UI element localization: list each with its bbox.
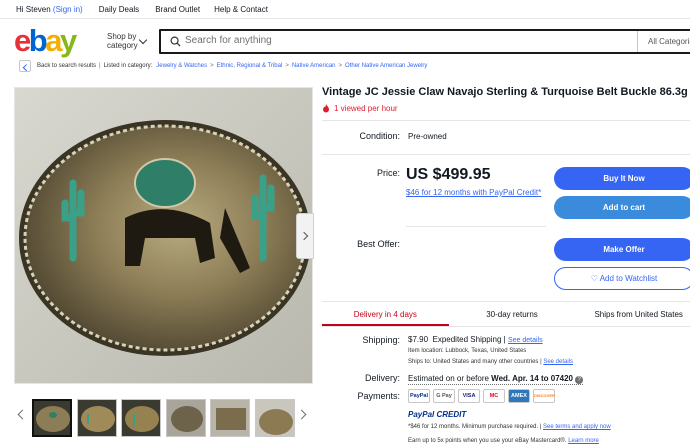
back-to-results-link[interactable]: Back to search results (37, 63, 96, 69)
crumb-native-american[interactable]: Native American (292, 63, 336, 69)
ships-to-details-link[interactable]: See details (543, 359, 573, 365)
search-input[interactable]: Search for anything All Categories (159, 29, 690, 54)
shop-by-line2: category (107, 41, 138, 50)
thumbnail-4[interactable] (166, 399, 206, 437)
google-pay-icon: G Pay (433, 389, 455, 403)
add-to-watchlist-button[interactable]: ♡ Add to Watchlist (554, 267, 690, 290)
divider (406, 226, 546, 227)
breadcrumb: Back to search results | Listed in categ… (19, 60, 427, 72)
tab-returns[interactable]: 30-day returns (449, 302, 576, 326)
add-to-cart-button[interactable]: Add to cart (554, 196, 690, 219)
thumb-prev-icon[interactable] (17, 409, 28, 420)
terms-apply-link[interactable]: See terms and apply now (543, 424, 611, 430)
thumbnail-5[interactable] (210, 399, 250, 437)
crumb-jewelry[interactable]: Jewelry & Watches (156, 63, 207, 69)
logo-a: a (45, 23, 62, 58)
shipping-cost: $7.90 (408, 335, 429, 344)
crumb-ethnic[interactable]: Ethnic, Regional & Tribal (217, 63, 283, 69)
tab-delivery[interactable]: Delivery in 4 days (322, 302, 449, 326)
search-icon (170, 36, 181, 47)
make-offer-button[interactable]: Make Offer (554, 238, 690, 261)
logo-e: e (14, 23, 31, 58)
item-title: Vintage JC Jessie Claw Navajo Sterling &… (322, 86, 688, 98)
greeting: Hi Steven (Sign in) (16, 5, 83, 14)
thumbnail-3[interactable] (121, 399, 161, 437)
thumb-next-icon[interactable] (296, 409, 307, 420)
shop-by-line1: Shop by (107, 32, 137, 41)
discover-icon: DISCOVER (533, 389, 555, 403)
listed-in-label: Listed in category: (103, 63, 153, 69)
watchlist-label: Add to Watchlist (599, 274, 658, 283)
back-arrow-icon[interactable] (19, 60, 31, 72)
divider (322, 120, 690, 121)
payments-label: Payments: (357, 391, 400, 401)
mastercard-icon: MC (483, 389, 505, 403)
search-placeholder: Search for anything (185, 35, 272, 46)
greeting-text: Hi Steven (16, 4, 51, 14)
ships-to: Ships to: United States and many other c… (408, 359, 539, 365)
viewed-text: 1 viewed per hour (334, 104, 398, 113)
condition-label: Condition: (359, 131, 400, 141)
paypal-financing-link[interactable]: $46 for 12 months with PayPal Credit* (406, 188, 546, 198)
brand-outlet-link[interactable]: Brand Outlet (155, 5, 200, 14)
shipping-label: Shipping: (362, 335, 400, 345)
learn-more-link[interactable]: Learn more (568, 438, 599, 444)
logo-b: b (28, 23, 48, 58)
ships-to-line: Ships to: United States and many other c… (408, 359, 573, 365)
main-product-image[interactable] (14, 87, 313, 384)
amex-icon: AMEX (508, 389, 530, 403)
category-select[interactable]: All Categories (637, 31, 690, 52)
daily-deals-link[interactable]: Daily Deals (99, 5, 139, 14)
next-image-button[interactable] (296, 213, 314, 259)
credit-terms-line: *$46 for 12 months. Minimum purchase req… (408, 424, 611, 430)
delivery-label: Delivery: (364, 373, 400, 383)
logo-y: y (59, 23, 77, 58)
thumbnail-6[interactable] (255, 399, 295, 437)
ebay-logo[interactable]: ebay (14, 23, 77, 58)
delivery-date: Wed. Apr. 14 to 07420 (491, 374, 573, 383)
chevron-down-icon[interactable] (138, 35, 148, 45)
shipping-line: $7.90 Expedited Shipping | See details (408, 335, 543, 344)
paypal-credit-logo: PayPal CREDIT (408, 410, 467, 419)
thumbnail-2[interactable] (77, 399, 117, 437)
shipping-method: Expedited Shipping (432, 335, 502, 344)
viewed-badge: 1 viewed per hour (322, 104, 398, 113)
item-location: Item location: Lubbock, Texas, United St… (408, 348, 527, 354)
delivery-text: Estimated on or before (408, 374, 489, 383)
condition-value: Pre-owned (408, 132, 447, 141)
top-bar: Hi Steven (Sign in) Daily Deals Brand Ou… (0, 0, 690, 19)
tab-ships-from[interactable]: Ships from United States (575, 302, 690, 326)
divider (322, 154, 690, 155)
fire-icon (323, 104, 329, 113)
paypal-icon: PayPal (408, 389, 430, 403)
item-price: US $499.95 (406, 166, 491, 183)
thumbnail-1[interactable] (32, 399, 72, 437)
sign-in-link[interactable]: (Sign in) (53, 5, 83, 14)
earn-points-text: Earn up to 5x points when you use your e… (408, 438, 567, 444)
price-label: Price: (376, 168, 400, 178)
mastercard-promo: Earn up to 5x points when you use your e… (408, 438, 599, 444)
buy-it-now-button[interactable]: Buy It Now (554, 167, 690, 190)
shipping-details-link[interactable]: See details (508, 337, 543, 344)
credit-terms: *$46 for 12 months. Minimum purchase req… (408, 424, 539, 430)
delivery-tabs: Delivery in 4 days 30-day returns Ships … (322, 301, 690, 327)
info-icon[interactable]: ? (575, 376, 584, 384)
crumb-other-native[interactable]: Other Native American Jewelry (345, 63, 427, 69)
visa-icon: VISA (458, 389, 480, 403)
help-contact-link[interactable]: Help & Contact (214, 5, 268, 14)
delivery-estimate: Estimated on or before Wed. Apr. 14 to 0… (408, 374, 584, 385)
heart-icon: ♡ (590, 274, 598, 283)
shop-by-category-button[interactable]: Shop by category (107, 32, 138, 50)
best-offer-label: Best Offer: (357, 239, 400, 249)
